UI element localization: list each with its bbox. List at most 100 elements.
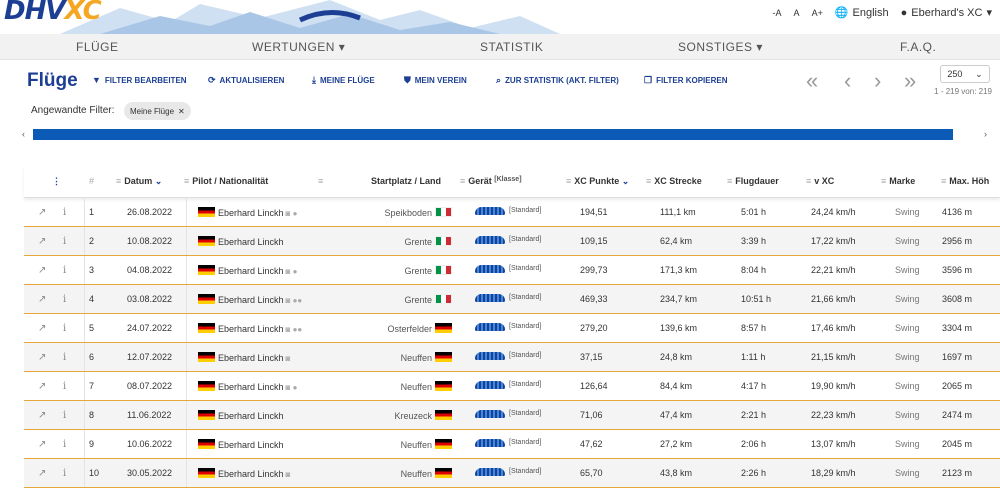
- table-row[interactable]: ↗ i 4 03.08.2022 Eberhard Linckh ◙ ●● Grente [S…: [24, 285, 1000, 314]
- edit-filter-button[interactable]: ▼ FILTER BEARBEITEN: [92, 75, 187, 85]
- info-icon[interactable]: i: [63, 236, 66, 247]
- font-size-small-button[interactable]: -A: [773, 8, 782, 18]
- header-date[interactable]: ≡ Datum ⌄: [116, 176, 162, 187]
- my-club-button[interactable]: ⛊ MEIN VEREIN: [404, 75, 467, 86]
- table-row[interactable]: ↗ i 7 08.07.2022 Eberhard Linckh ◙ ● Neuffen [S…: [24, 372, 1000, 401]
- open-external-icon[interactable]: ↗: [38, 468, 46, 479]
- open-external-icon[interactable]: ↗: [38, 381, 46, 392]
- nav-statistik[interactable]: STATISTIK: [480, 40, 543, 54]
- header-start[interactable]: Startplatz / Land: [371, 176, 441, 186]
- header-pilot[interactable]: ≡ Pilot / Nationalität: [184, 176, 268, 186]
- start-cell[interactable]: Grente: [404, 265, 452, 276]
- open-external-icon[interactable]: ↗: [38, 410, 46, 421]
- info-icon[interactable]: i: [63, 410, 66, 421]
- info-icon[interactable]: i: [63, 323, 66, 334]
- open-external-icon[interactable]: ↗: [38, 352, 46, 363]
- dhv-xc-logo[interactable]: DHVXC: [4, 0, 102, 26]
- open-external-icon[interactable]: ↗: [38, 236, 46, 247]
- my-flights-button[interactable]: ⤓ MEINE FLÜGE: [312, 75, 375, 86]
- start-cell[interactable]: Kreuzeck: [394, 410, 452, 421]
- scrollbar-thumb[interactable]: [33, 129, 953, 140]
- pilot-cell[interactable]: Eberhard Linckh ◙ ●●: [198, 323, 302, 334]
- header-device[interactable]: ≡ Gerät [Klasse]: [460, 176, 522, 186]
- copy-filter-button[interactable]: ❐ FILTER KOPIEREN: [644, 75, 728, 86]
- start-cell[interactable]: Neuffen: [401, 468, 452, 479]
- row-number: 4: [89, 294, 95, 304]
- nav-faq[interactable]: F.A.Q.: [900, 40, 936, 54]
- start-cell[interactable]: Osterfelder: [387, 323, 452, 334]
- info-icon[interactable]: i: [63, 439, 66, 450]
- open-external-icon[interactable]: ↗: [38, 207, 46, 218]
- table-row[interactable]: ↗ i 5 24.07.2022 Eberhard Linckh ◙ ●● Osterfel…: [24, 314, 1000, 343]
- nav-fluege[interactable]: FLÜGE: [76, 40, 119, 54]
- table-row[interactable]: ↗ i 6 12.07.2022 Eberhard Linckh ◙ Neuffen [Sta…: [24, 343, 1000, 372]
- xc-speed: 17,46 km/h: [811, 323, 856, 333]
- font-size-large-button[interactable]: A+: [812, 8, 823, 18]
- horizontal-scrollbar[interactable]: ‹ ›: [0, 126, 1000, 146]
- pilot-cell[interactable]: Eberhard Linckh: [198, 236, 286, 247]
- pilot-cell[interactable]: Eberhard Linckh: [198, 439, 286, 450]
- applied-filters-label: Angewandte Filter:: [31, 105, 115, 116]
- info-icon[interactable]: i: [63, 294, 66, 305]
- header-height[interactable]: ≡ Max. Höh: [941, 176, 989, 186]
- start-cell[interactable]: Grente: [404, 236, 452, 247]
- header-points[interactable]: ≡ XC Punkte ⌄: [566, 176, 629, 187]
- header-speed[interactable]: ≡ v XC: [806, 176, 834, 186]
- scroll-right-icon[interactable]: ›: [984, 129, 987, 139]
- start-cell[interactable]: Neuffen: [401, 352, 452, 363]
- table-row[interactable]: ↗ i 1 26.08.2022 Eberhard Linckh ◙ ● Speikbode…: [24, 198, 1000, 227]
- table-row[interactable]: ↗ i 3 04.08.2022 Eberhard Linckh ◙ ● Grente [St…: [24, 256, 1000, 285]
- header-duration[interactable]: ≡ Flugdauer: [727, 176, 779, 186]
- drag-handle-icon[interactable]: ≡: [318, 176, 326, 186]
- header-brand[interactable]: ≡ Marke: [881, 176, 915, 186]
- table-row[interactable]: ↗ i 2 10.08.2022 Eberhard Linckh Grente [Stand…: [24, 227, 1000, 256]
- flight-duration: 2:26 h: [741, 468, 767, 478]
- column-menu-icon[interactable]: ⋮: [52, 176, 61, 187]
- nav-sonstiges[interactable]: SONSTIGES ▾: [678, 40, 763, 54]
- pilot-cell[interactable]: Eberhard Linckh ◙ ●: [198, 265, 297, 276]
- max-height: 2045 m: [942, 439, 973, 449]
- pilot-cell[interactable]: Eberhard Linckh ◙ ●: [198, 207, 297, 218]
- to-statistics-button[interactable]: ⌕ ZUR STATISTIK (AKT. FILTER): [496, 75, 619, 86]
- pilot-cell[interactable]: Eberhard Linckh ◙ ●●: [198, 294, 302, 305]
- per-page-select[interactable]: 250 ⌄: [940, 65, 990, 83]
- open-external-icon[interactable]: ↗: [38, 265, 46, 276]
- pilot-cell[interactable]: Eberhard Linckh ◙: [198, 468, 290, 479]
- user-menu[interactable]: ● Eberhard's XC ▾: [901, 6, 992, 20]
- xc-points: 37,15: [580, 352, 603, 362]
- next-page-button[interactable]: ›: [874, 68, 881, 94]
- table-row[interactable]: ↗ i 10 30.05.2022 Eberhard Linckh ◙ Neuffen [St…: [24, 459, 1000, 488]
- language-selector[interactable]: 🌐 English: [835, 6, 889, 20]
- chevron-down-icon: ⌄: [975, 68, 983, 79]
- filter-chip[interactable]: Meine Flüge ✕: [124, 102, 191, 120]
- prev-page-button[interactable]: ‹: [844, 68, 851, 94]
- font-size-normal-button[interactable]: A: [794, 8, 800, 18]
- device-cell: [Standard]: [475, 468, 541, 478]
- pilot-cell[interactable]: Eberhard Linckh ◙ ●: [198, 381, 297, 392]
- info-icon[interactable]: i: [63, 265, 66, 276]
- table-row[interactable]: ↗ i 9 10.06.2022 Eberhard Linckh Neuffen [Stan…: [24, 430, 1000, 459]
- scroll-left-icon[interactable]: ‹: [22, 129, 25, 139]
- open-external-icon[interactable]: ↗: [38, 294, 46, 305]
- first-page-button[interactable]: «: [806, 68, 818, 94]
- info-icon[interactable]: i: [63, 207, 66, 218]
- start-cell[interactable]: Grente: [404, 294, 452, 305]
- nav-wertungen[interactable]: WERTUNGEN ▾: [252, 40, 345, 54]
- table-row[interactable]: ↗ i 8 11.06.2022 Eberhard Linckh Kreuzeck [Sta…: [24, 401, 1000, 430]
- pilot-cell[interactable]: Eberhard Linckh ◙: [198, 352, 290, 363]
- copy-icon: ❐: [644, 75, 653, 85]
- info-icon[interactable]: i: [63, 381, 66, 392]
- open-external-icon[interactable]: ↗: [38, 439, 46, 450]
- start-cell[interactable]: Neuffen: [401, 381, 452, 392]
- close-icon[interactable]: ✕: [178, 107, 185, 116]
- xc-speed: 18,29 km/h: [811, 468, 856, 478]
- info-icon[interactable]: i: [63, 468, 66, 479]
- pilot-cell[interactable]: Eberhard Linckh: [198, 410, 286, 421]
- start-cell[interactable]: Speikboden: [384, 207, 452, 218]
- open-external-icon[interactable]: ↗: [38, 323, 46, 334]
- refresh-button[interactable]: ⟳ AKTUALISIEREN: [208, 75, 284, 86]
- start-cell[interactable]: Neuffen: [401, 439, 452, 450]
- header-distance[interactable]: ≡ XC Strecke: [646, 176, 702, 186]
- info-icon[interactable]: i: [63, 352, 66, 363]
- last-page-button[interactable]: »: [904, 68, 916, 94]
